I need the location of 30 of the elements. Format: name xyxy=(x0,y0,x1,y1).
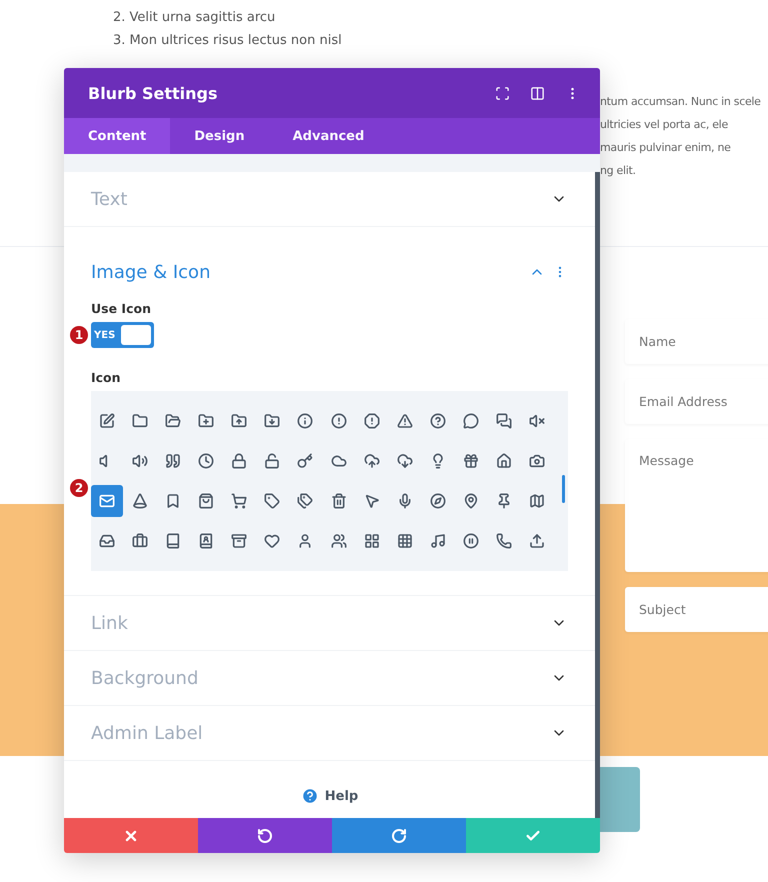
input-field[interactable]: Subject xyxy=(625,587,768,632)
paragraph-line: mauris pulvinar enim, ne xyxy=(600,140,732,156)
modal-title: Blurb Settings xyxy=(88,84,219,102)
step-marker: 2 xyxy=(70,479,88,497)
section-header[interactable]: Image & Icon xyxy=(64,227,595,299)
section-header[interactable]: Link xyxy=(64,596,595,650)
section-header[interactable]: Background xyxy=(64,651,595,705)
tab[interactable]: Advanced xyxy=(268,118,388,154)
step-marker: 1 xyxy=(70,326,88,344)
field-label: Icon xyxy=(91,370,122,385)
section-header[interactable]: Text xyxy=(64,172,595,226)
envelope-icon[interactable] xyxy=(91,485,123,517)
undo-icon xyxy=(257,828,273,844)
list-item: 2. Velit urna sagittis arcu xyxy=(113,9,276,27)
paragraph-line: ultricies vel porta ac, ele xyxy=(600,117,729,133)
paragraph-line: ng elit. xyxy=(600,163,637,179)
help-link[interactable]: Help xyxy=(300,787,358,805)
section-header[interactable]: Admin Label xyxy=(64,706,595,760)
paragraph-line: ntum accumsan. Nunc in scele xyxy=(600,94,762,110)
redo-icon xyxy=(391,828,407,844)
input-field[interactable]: Name xyxy=(625,319,768,364)
field-label: Use Icon xyxy=(91,301,152,316)
message-field[interactable]: Message xyxy=(625,439,768,572)
scroll-indicator xyxy=(562,475,565,503)
help-icon xyxy=(300,787,319,805)
list-item: 3. Mon ultrices risus lectus non nisl xyxy=(113,32,343,50)
toggle-switch[interactable]: YES xyxy=(91,322,154,348)
tab[interactable]: Content xyxy=(64,118,170,154)
tab[interactable]: Design xyxy=(170,118,269,154)
input-field[interactable]: Email Address xyxy=(625,379,768,424)
